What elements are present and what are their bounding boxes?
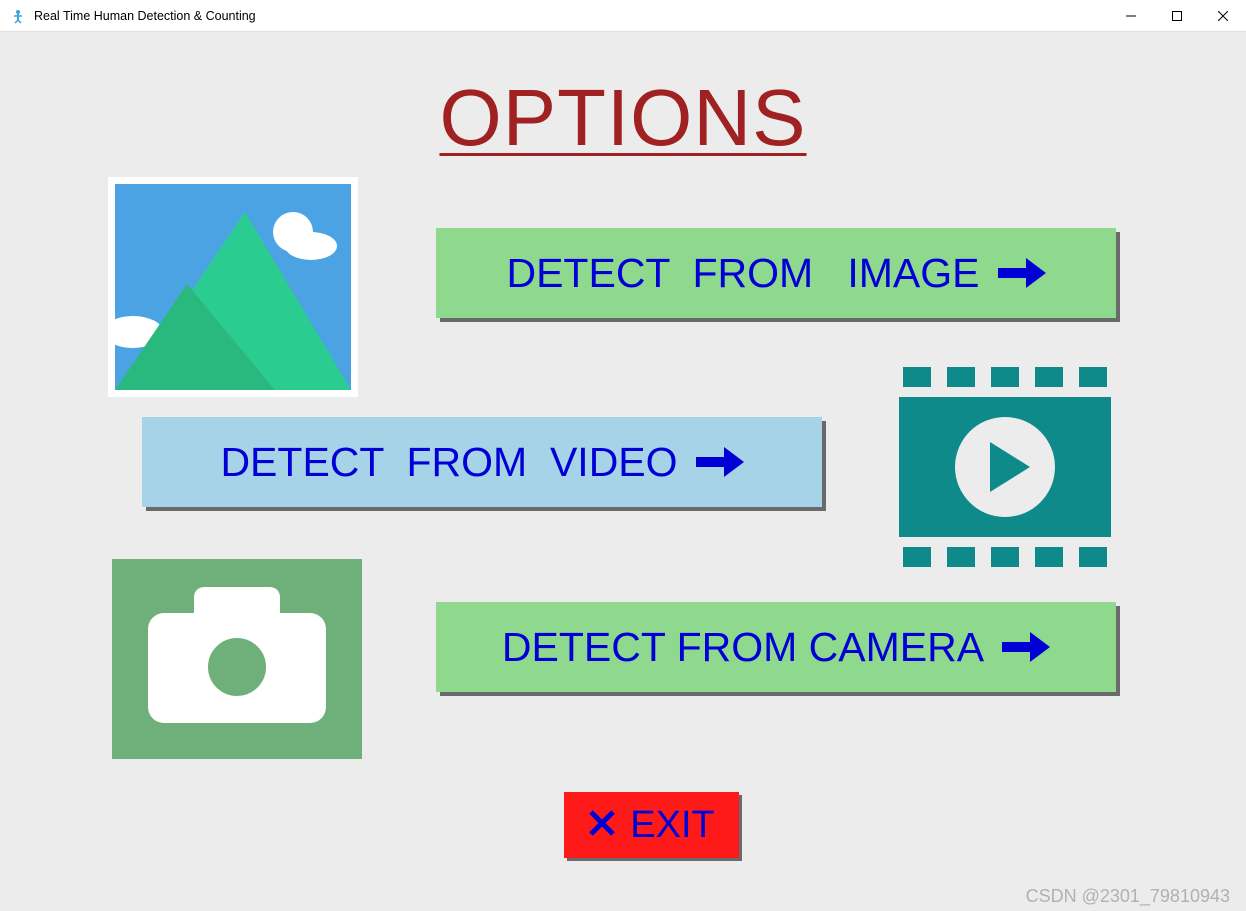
button-label: DETECT FROM CAMERA [502, 624, 984, 671]
arrow-right-icon [696, 447, 744, 477]
button-label: EXIT [630, 804, 714, 847]
picture-icon [108, 177, 358, 397]
window-controls [1108, 0, 1246, 32]
button-label: DETECT FROM VIDEO [220, 439, 677, 486]
exit-button[interactable]: EXIT [564, 792, 739, 858]
button-label: DETECT FROM IMAGE [506, 250, 979, 297]
video-icon [895, 367, 1115, 567]
detect-from-camera-button[interactable]: DETECT FROM CAMERA [436, 602, 1116, 692]
content-area: OPTIONS DETECT FROM IMAGE [0, 32, 1246, 911]
detect-from-image-button[interactable]: DETECT FROM IMAGE [436, 228, 1116, 318]
app-window: Real Time Human Detection & Counting OPT… [0, 0, 1246, 911]
window-title: Real Time Human Detection & Counting [34, 9, 1108, 23]
maximize-button[interactable] [1154, 0, 1200, 32]
detect-from-video-button[interactable]: DETECT FROM VIDEO [142, 417, 822, 507]
arrow-right-icon [1002, 632, 1050, 662]
minimize-button[interactable] [1108, 0, 1154, 32]
watermark-text: CSDN @2301_79810943 [1026, 886, 1230, 907]
titlebar[interactable]: Real Time Human Detection & Counting [0, 0, 1246, 32]
page-title: OPTIONS [439, 72, 806, 164]
app-icon [10, 8, 26, 24]
camera-icon [112, 559, 362, 759]
arrow-right-icon [998, 258, 1046, 288]
close-x-icon [588, 804, 616, 847]
close-button[interactable] [1200, 0, 1246, 32]
